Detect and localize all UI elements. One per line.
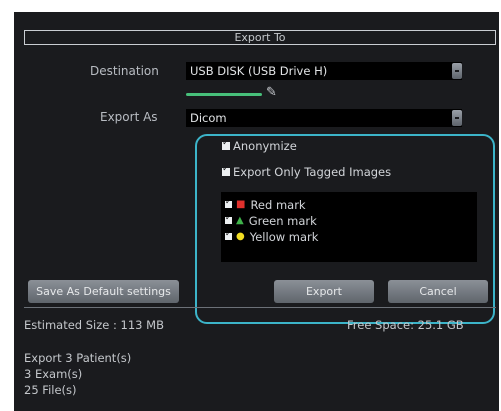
exam-count: 3 Exam(s) <box>24 367 83 381</box>
destination-value: USB DISK (USB Drive H) <box>190 64 328 78</box>
dropdown-button[interactable] <box>452 63 462 79</box>
cancel-button[interactable]: Cancel <box>388 280 488 303</box>
export-as-label: Export As <box>100 110 158 124</box>
export-patients-count: Export 3 Patient(s) <box>24 351 132 365</box>
checkbox-checked-icon[interactable] <box>225 229 232 240</box>
checkbox-checked-icon <box>222 164 230 176</box>
yellow-circle-icon: ● <box>236 231 245 242</box>
export-dialog: Export To Destination USB DISK (USB Driv… <box>14 12 499 411</box>
export-as-value: Dicom <box>190 111 227 125</box>
export-as-dropdown[interactable]: Dicom <box>186 109 462 127</box>
free-space: Free Space: 25.1 GB <box>347 318 464 332</box>
pen-icon: ✎ <box>266 85 277 100</box>
anonymize-checkbox[interactable]: Anonymize <box>222 138 297 153</box>
destination-dropdown[interactable]: USB DISK (USB Drive H) <box>186 62 462 80</box>
export-tagged-label: Export Only Tagged Images <box>233 165 392 179</box>
dialog-title: Export To <box>24 30 496 45</box>
mark-item-green[interactable]: ▲ Green mark <box>225 213 317 228</box>
file-count: 25 File(s) <box>24 383 77 397</box>
divider <box>24 307 496 308</box>
mark-label: Yellow mark <box>249 230 319 244</box>
destination-label: Destination <box>90 64 159 78</box>
export-tagged-checkbox[interactable]: Export Only Tagged Images <box>222 164 392 179</box>
checkbox-checked-icon <box>222 138 230 150</box>
anonymize-label: Anonymize <box>233 139 297 153</box>
estimated-size: Estimated Size : 113 MB <box>24 318 164 332</box>
mark-item-red[interactable]: ■ Red mark <box>225 197 306 212</box>
dropdown-button[interactable] <box>452 110 462 126</box>
mark-item-yellow[interactable]: ● Yellow mark <box>225 229 319 244</box>
checkbox-checked-icon[interactable] <box>225 197 232 208</box>
checkbox-checked-icon[interactable] <box>225 213 232 224</box>
transfer-progress-bar <box>186 93 262 96</box>
green-triangle-icon: ▲ <box>236 215 244 226</box>
mark-list: ■ Red mark ▲ Green mark ● Yellow mark <box>221 192 477 262</box>
mark-label: Green mark <box>248 214 317 228</box>
export-button[interactable]: Export <box>274 280 374 303</box>
save-default-settings-button[interactable]: Save As Default settings <box>28 280 179 303</box>
red-square-icon: ■ <box>236 199 246 210</box>
mark-label: Red mark <box>250 198 306 212</box>
